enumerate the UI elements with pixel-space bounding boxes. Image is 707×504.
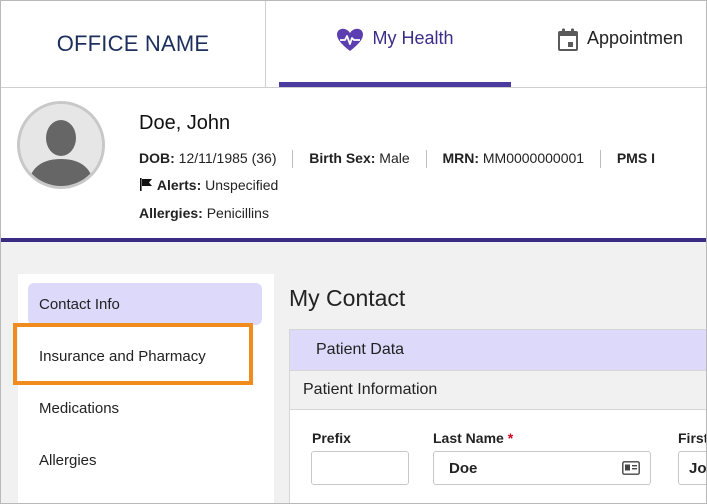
dob-value: 12/11/1985 (36) [178, 150, 277, 166]
heart-pulse-icon [336, 28, 364, 52]
required-marker: * [507, 430, 514, 446]
sidebar-item-label: Allergies [39, 451, 97, 469]
patient-name: Doe, John [139, 112, 231, 134]
tab-my-health-label: My Health [372, 28, 454, 48]
active-tab-indicator [279, 82, 511, 87]
first-name-field[interactable]: Jo [678, 451, 706, 485]
avatar [17, 101, 105, 189]
mrn-value: MM0000000001 [482, 150, 585, 166]
tab-appointments[interactable]: Appointmen [557, 1, 706, 87]
alerts-row: Alerts: Unspecified [139, 177, 278, 193]
pms-label: PMS I [616, 150, 655, 166]
patient-data-panel: Patient Data Patient Information Prefix … [289, 329, 707, 503]
prefix-label: Prefix [312, 430, 351, 446]
tab-appointments-label: Appointmen [587, 28, 684, 48]
calendar-icon [557, 28, 579, 52]
birth-sex-value: Male [379, 150, 410, 166]
prefix-field[interactable] [311, 451, 409, 485]
last-name-value: Doe [449, 459, 478, 477]
panel-header[interactable]: Patient Data [290, 330, 706, 370]
sidebar-item-medications[interactable]: Medications [28, 387, 262, 429]
flag-icon [139, 177, 157, 193]
alerts-value: Unspecified [205, 177, 279, 193]
allergies-value: Penicillins [206, 205, 269, 221]
birth-sex-label: Birth Sex: [309, 150, 376, 166]
alerts-label: Alerts: [156, 177, 202, 193]
highlight-box [13, 323, 253, 385]
sidebar-item-label: Contact Info [39, 295, 120, 313]
dob-label: DOB: [139, 150, 175, 166]
sidebar: Contact Info Insurance and Pharmacy Medi… [18, 274, 274, 503]
divider [599, 150, 601, 169]
divider [292, 150, 294, 169]
top-navigation: OFFICE NAME My Health Appointmen [1, 1, 706, 88]
patient-banner: Doe, John DOB: 12/11/1985 (36) Birth Sex… [1, 88, 706, 238]
tab-my-health[interactable]: My Health [279, 1, 511, 87]
office-name[interactable]: OFFICE NAME [1, 1, 266, 87]
patient-demographics: DOB: 12/11/1985 (36) Birth Sex: Male MRN… [139, 150, 655, 169]
allergies-row: Allergies: Penicillins [139, 205, 269, 221]
last-name-label-text: Last Name [433, 430, 504, 446]
app-window: OFFICE NAME My Health Appointmen Doe, Jo… [0, 0, 707, 504]
allergies-label: Allergies: [139, 205, 203, 221]
last-name-label: Last Name * [433, 430, 513, 446]
section-header: Patient Information [290, 370, 706, 410]
sidebar-item-allergies[interactable]: Allergies [28, 439, 262, 481]
page-title: My Contact [289, 285, 406, 311]
sidebar-item-contact-info[interactable]: Contact Info [28, 283, 262, 325]
last-name-field[interactable]: Doe [433, 451, 651, 485]
divider [425, 150, 427, 169]
first-name-label: First [678, 430, 707, 446]
sidebar-item-label: Medications [39, 399, 120, 417]
mrn-label: MRN: [442, 150, 479, 166]
contact-card-icon[interactable] [622, 461, 640, 479]
